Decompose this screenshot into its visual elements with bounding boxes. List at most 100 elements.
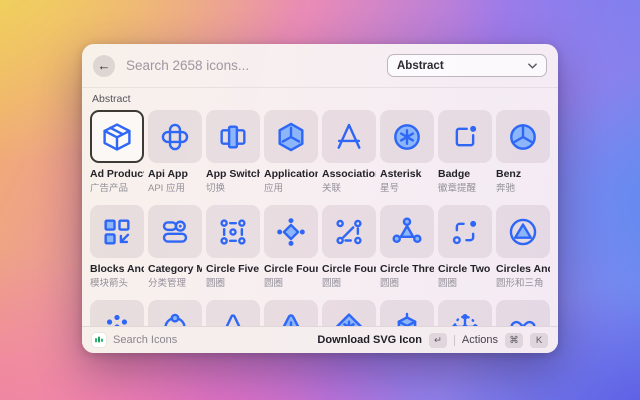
icon-name-label: Circle Four [264, 263, 318, 275]
circle-four-icon [277, 217, 305, 246]
app-switch-icon [220, 125, 246, 148]
icon-cell-circle-five-line: Circle Five L... 圆圈 [206, 205, 260, 290]
asterisk-icon [394, 123, 420, 150]
k-key-badge: K [530, 332, 548, 348]
api-app-icon [161, 123, 189, 150]
icon-tile-app-switch[interactable] [206, 110, 260, 163]
icon-name-zh-label: 关联 [322, 183, 342, 194]
icon-tile-circle-four-line[interactable] [322, 205, 376, 258]
icon-name-label: Category M... [148, 263, 202, 275]
badge-icon [455, 125, 477, 146]
icon-tile-circle-two-line[interactable] [438, 205, 492, 258]
icon-name-label: Circle Two L... [438, 263, 492, 275]
icon-name-zh-label: 分类管理 [148, 278, 187, 289]
icon-name-zh-label: API 应用 [148, 183, 185, 194]
icon-cell-api-app: Api App API 应用 [148, 110, 202, 195]
category-dropdown[interactable]: Abstract [387, 54, 547, 77]
desktop-background: ← Search 2658 icons... Abstract Abstract… [0, 0, 640, 400]
category-management-icon [162, 220, 188, 243]
benz-icon [510, 123, 536, 150]
app-logo-icon [92, 333, 106, 347]
icon-cell-badge: Badge 徽章提醒 [438, 110, 492, 195]
category-dropdown-value: Abstract [397, 59, 444, 72]
icon-tile-benz[interactable] [496, 110, 550, 163]
icon-cell-ad-product: Ad Product 广告产品 [90, 110, 144, 195]
icon-name-label: Circle Five L... [206, 263, 260, 275]
footer-actions: Download SVG Icon ↵ Actions ⌘ K [317, 332, 548, 348]
icon-tile-circle-four[interactable] [264, 205, 318, 258]
icon-tile-badge[interactable] [438, 110, 492, 163]
search-input[interactable]: Search 2658 icons... [126, 58, 387, 73]
icon-name-label: Badge [438, 168, 471, 180]
icon-tile-association[interactable] [322, 110, 376, 163]
footer-divider [453, 334, 455, 346]
icon-name-label: Benz [496, 168, 522, 180]
icon-name-zh-label: 圆圈 [380, 278, 400, 289]
icon-tile-blocks-and-arrows[interactable] [90, 205, 144, 258]
icon-name-label: Api App [148, 168, 188, 180]
icon-name-label: Circles And... [496, 263, 550, 275]
icon-name-label: Blocks And... [90, 263, 144, 275]
circle-five-line-icon [220, 218, 246, 245]
circles-and-triangles-icon [509, 218, 537, 245]
icon-tile-circles-and-triangles[interactable] [496, 205, 550, 258]
icon-cell-circle-two-line: Circle Two L... 圆圈 [438, 205, 492, 290]
icon-name-zh-label: 圆圈 [322, 278, 342, 289]
icon-cell-application: Application... 应用 [264, 110, 318, 195]
icon-cell-category-management: Category M... 分类管理 [148, 205, 202, 290]
icon-cell-circle-four: Circle Four 圆圈 [264, 205, 318, 290]
icon-name-zh-label: 圆圈 [206, 278, 226, 289]
icon-name-label: Association [322, 168, 376, 180]
icon-tile-circle-three[interactable] [380, 205, 434, 258]
icon-name-label: Circle Three [380, 263, 434, 275]
icon-name-label: Asterisk [380, 168, 422, 180]
cmd-key-badge: ⌘ [505, 332, 523, 348]
application-icon [278, 122, 304, 151]
app-label: Search Icons [113, 334, 178, 346]
actions-button[interactable]: Actions [462, 334, 498, 346]
icon-tile-category-management[interactable] [148, 205, 202, 258]
section-label: Abstract [92, 93, 131, 105]
window-header: ← Search 2658 icons... Abstract [82, 44, 558, 88]
circle-three-icon [392, 216, 422, 243]
icon-cell-blocks-and-arrows: Blocks And... 模块箭头 [90, 205, 144, 290]
icon-name-zh-label: 奔驰 [496, 183, 516, 194]
icon-name-label: Application... [264, 168, 318, 180]
icon-tile-application[interactable] [264, 110, 318, 163]
icon-cell-benz: Benz 奔驰 [496, 110, 550, 195]
icon-name-zh-label: 圆形和三角 [496, 278, 544, 289]
icon-cell-circle-three: Circle Three 圆圈 [380, 205, 434, 290]
icon-name-label: Ad Product [90, 168, 144, 180]
icon-name-zh-label: 应用 [264, 183, 284, 194]
icon-name-zh-label: 星号 [380, 183, 400, 194]
icon-name-zh-label: 切换 [206, 183, 226, 194]
circle-two-line-icon [452, 220, 477, 244]
chevron-down-icon [528, 62, 537, 69]
icon-cell-app-switch: App Switch 切换 [206, 110, 260, 195]
association-icon [337, 123, 361, 149]
download-svg-button[interactable]: Download SVG Icon [317, 334, 422, 346]
enter-key-badge: ↵ [428, 332, 447, 348]
icon-name-zh-label: 模块箭头 [90, 278, 129, 289]
results-area: Abstract Ad Product 广告产品 Api App API 应用 App … [82, 88, 558, 353]
status-bar: Search Icons Download SVG Icon ↵ Actions… [82, 326, 558, 353]
icon-tile-api-app[interactable] [148, 110, 202, 163]
icon-tile-circle-five-line[interactable] [206, 205, 260, 258]
icon-cell-association: Association 关联 [322, 110, 376, 195]
icon-name-zh-label: 广告产品 [90, 183, 129, 194]
back-button[interactable]: ← [93, 54, 115, 77]
icon-grid: Ad Product 广告产品 Api App API 应用 App Switch 切换 A… [90, 110, 550, 353]
ad-product-icon [103, 122, 131, 151]
arrow-left-icon: ← [97, 57, 111, 73]
icon-cell-circles-and-triangles: Circles And... 圆形和三角 [496, 205, 550, 290]
icon-cell-asterisk: Asterisk 星号 [380, 110, 434, 195]
icon-name-zh-label: 圆圈 [264, 278, 284, 289]
icon-name-label: App Switch [206, 168, 260, 180]
icon-name-zh-label: 徽章提醒 [438, 183, 477, 194]
circle-four-line-icon [336, 219, 362, 244]
icon-tile-ad-product[interactable] [90, 110, 144, 163]
icon-tile-asterisk[interactable] [380, 110, 434, 163]
icon-cell-circle-four-line: Circle Four... 圆圈 [322, 205, 376, 290]
blocks-and-arrows-icon [104, 218, 130, 245]
icon-browser-window: ← Search 2658 icons... Abstract Abstract… [82, 44, 558, 353]
